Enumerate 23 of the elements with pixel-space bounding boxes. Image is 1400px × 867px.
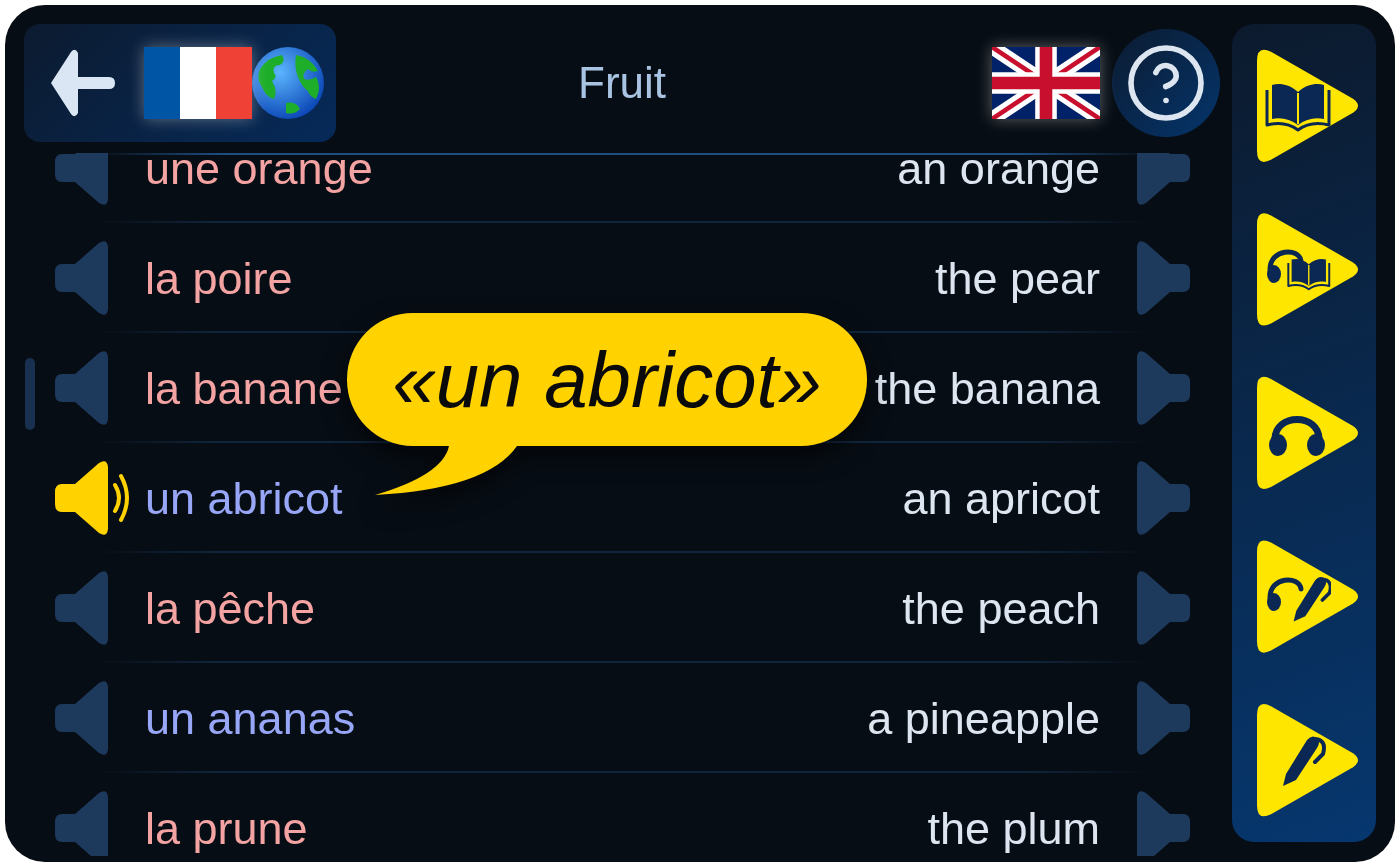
arrow-left-icon [48, 47, 115, 119]
french-word: la prune [145, 805, 308, 851]
english-word: a pineapple [867, 695, 1100, 741]
scroll-indicator [25, 358, 35, 430]
french-word: une orange [145, 153, 373, 191]
uk-flag-icon[interactable] [992, 47, 1100, 119]
english-word: the pear [934, 255, 1100, 301]
english-word: an orange [897, 153, 1100, 191]
english-word: the peach [902, 585, 1100, 631]
english-word: an apricot [902, 475, 1100, 521]
french-word: la pêche [145, 585, 316, 631]
french-word: la poire [145, 255, 293, 301]
france-flag-icon[interactable] [144, 47, 252, 119]
english-word: the plum [927, 805, 1100, 851]
globe-icon [252, 47, 324, 119]
english-word: the banana [874, 365, 1100, 411]
page-title: Fruit [578, 61, 666, 105]
speaker-icon[interactable] [55, 460, 131, 536]
back-button[interactable] [48, 47, 115, 119]
french-word: un ananas [145, 695, 356, 741]
french-word: la banane [145, 365, 343, 411]
french-word: un abricot [145, 475, 343, 521]
bubble-text: «un abricot» [392, 341, 822, 419]
